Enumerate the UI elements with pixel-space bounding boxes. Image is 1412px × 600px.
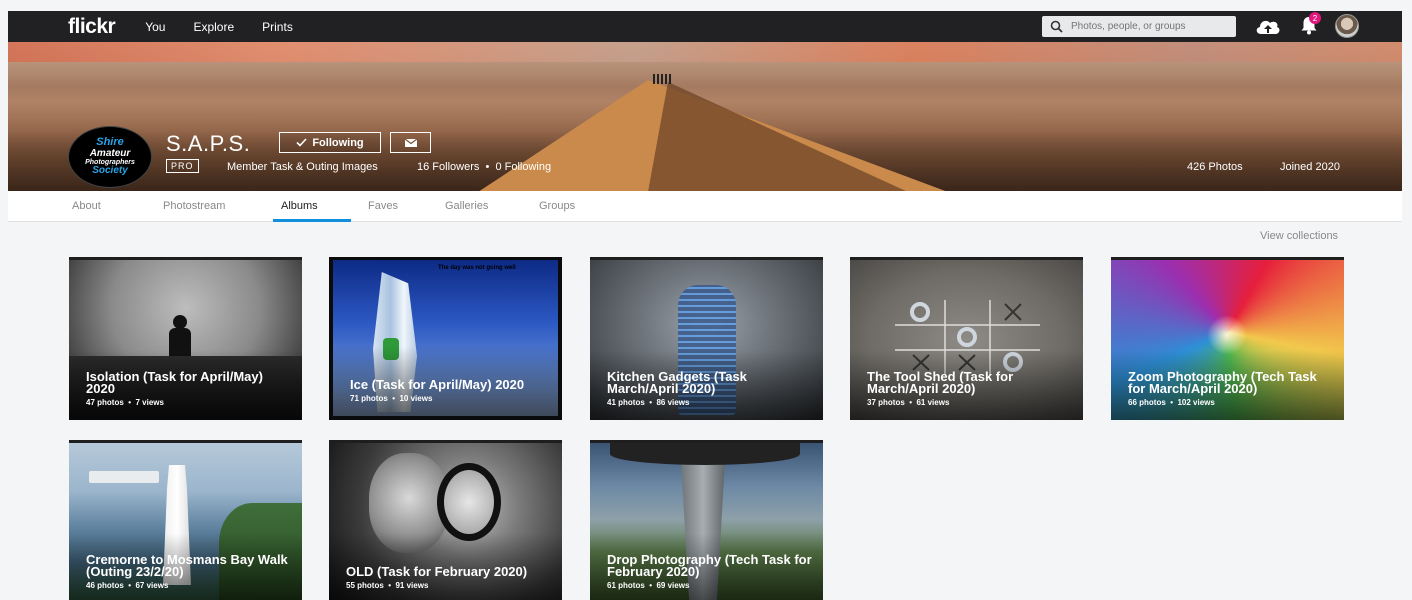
tab-galleries[interactable]: Galleries bbox=[445, 200, 488, 212]
search-input[interactable] bbox=[1071, 21, 1221, 32]
album-card[interactable]: The Tool Shed (Task for March/April 2020… bbox=[850, 257, 1083, 420]
photo-caption: The day was not going well bbox=[438, 265, 516, 271]
album-meta: 47 photos • 7 views bbox=[86, 398, 164, 407]
photo-count: 426 Photos bbox=[1187, 161, 1243, 173]
album-magnifier bbox=[437, 463, 501, 541]
profile-name: S.A.P.S. bbox=[166, 131, 251, 156]
view-collections-link[interactable]: View collections bbox=[1260, 230, 1338, 242]
album-meta: 46 photos • 67 views bbox=[86, 581, 169, 590]
album-photo-count: 37 photos bbox=[867, 398, 905, 407]
album-meta: 55 photos • 91 views bbox=[346, 581, 429, 590]
album-photo-count: 41 photos bbox=[607, 398, 645, 407]
album-photo-count: 66 photos bbox=[1128, 398, 1166, 407]
nav-link-you[interactable]: You bbox=[145, 20, 165, 34]
flickr-logo[interactable]: flickr bbox=[68, 15, 116, 39]
following-button[interactable]: Following bbox=[279, 132, 381, 153]
album-card[interactable]: OLD (Task for February 2020) 55 photos •… bbox=[329, 440, 562, 600]
album-meta: 37 photos • 61 views bbox=[867, 398, 950, 407]
album-meta: 66 photos • 102 views bbox=[1128, 398, 1215, 407]
avatar-line-2: Amateur bbox=[89, 147, 131, 159]
tab-faves[interactable]: Faves bbox=[368, 200, 398, 212]
upload-cloud-icon[interactable] bbox=[1255, 17, 1281, 35]
album-photo-count: 71 photos bbox=[350, 394, 388, 403]
top-nav: flickr You Explore Prints 2 bbox=[8, 11, 1402, 42]
avatar-line-4: Society bbox=[92, 165, 128, 177]
album-photo-count: 55 photos bbox=[346, 581, 384, 590]
album-figure-head bbox=[173, 315, 187, 329]
album-view-count: 91 views bbox=[395, 581, 429, 590]
tab-about[interactable]: About bbox=[72, 200, 101, 212]
nav-link-explore[interactable]: Explore bbox=[193, 20, 234, 34]
album-card[interactable]: Drop Photography (Tech Task for February… bbox=[590, 440, 823, 600]
album-cruise-ship bbox=[89, 471, 159, 483]
cover-hikers bbox=[653, 74, 671, 84]
joined-date: Joined 2020 bbox=[1280, 161, 1340, 173]
profile-tabs: About Photostream Albums Faves Galleries… bbox=[8, 191, 1402, 222]
album-card[interactable]: Kitchen Gadgets (Task March/April 2020) … bbox=[590, 257, 823, 420]
album-title: The Tool Shed (Task for March/April 2020… bbox=[867, 369, 1014, 396]
followers-stats: 16 Followers • 0 Following bbox=[417, 161, 552, 173]
album-title: Cremorne to Mosmans Bay Walk (Outing 23/… bbox=[86, 552, 288, 579]
album-view-count: 61 views bbox=[916, 398, 950, 407]
message-button[interactable] bbox=[390, 132, 431, 153]
profile-description: Member Task & Outing Images bbox=[227, 161, 378, 173]
album-title: Kitchen Gadgets (Task March/April 2020) bbox=[607, 369, 747, 396]
album-card[interactable]: Isolation (Task for April/May) 2020 47 p… bbox=[69, 257, 302, 420]
album-title: Isolation (Task for April/May) 2020 bbox=[86, 369, 263, 396]
album-view-count: 69 views bbox=[656, 581, 690, 590]
cover-dune-shadow bbox=[648, 82, 908, 191]
album-card[interactable]: The day was not going well Ice (Task for… bbox=[329, 257, 562, 420]
album-meta: 61 photos • 69 views bbox=[607, 581, 690, 590]
album-card[interactable]: Cremorne to Mosmans Bay Walk (Outing 23/… bbox=[69, 440, 302, 600]
album-view-count: 10 views bbox=[399, 394, 433, 403]
active-tab-indicator bbox=[273, 219, 351, 222]
pro-badge: PRO bbox=[166, 159, 199, 173]
avatar-line-1: Shire bbox=[96, 136, 124, 149]
user-avatar[interactable] bbox=[1335, 14, 1359, 38]
album-photo-count: 47 photos bbox=[86, 398, 124, 407]
cover-mountains bbox=[8, 42, 1402, 62]
profile-avatar[interactable]: Shire Amateur Photographers Society bbox=[68, 126, 152, 188]
tab-albums[interactable]: Albums bbox=[281, 200, 318, 212]
checkmark-icon bbox=[296, 138, 307, 147]
album-view-count: 67 views bbox=[135, 581, 169, 590]
album-photo-count: 46 photos bbox=[86, 581, 124, 590]
search-icon bbox=[1050, 20, 1063, 33]
tab-photostream[interactable]: Photostream bbox=[163, 200, 225, 212]
search-box[interactable] bbox=[1042, 16, 1236, 37]
album-bridge-deck bbox=[610, 443, 800, 465]
album-meta: 41 photos • 86 views bbox=[607, 398, 690, 407]
album-title: Ice (Task for April/May) 2020 bbox=[350, 377, 525, 392]
notification-badge: 2 bbox=[1309, 12, 1321, 24]
album-zoom-center bbox=[1207, 315, 1247, 355]
following-button-label: Following bbox=[312, 136, 364, 149]
album-view-count: 7 views bbox=[135, 398, 164, 407]
album-card[interactable]: Zoom Photography (Tech Task for March/Ap… bbox=[1111, 257, 1344, 420]
followers-count[interactable]: 16 Followers bbox=[417, 161, 479, 173]
tab-groups[interactable]: Groups bbox=[539, 200, 575, 212]
album-view-count: 86 views bbox=[656, 398, 690, 407]
nav-link-prints[interactable]: Prints bbox=[262, 20, 293, 34]
album-view-count: 102 views bbox=[1177, 398, 1215, 407]
mail-icon bbox=[404, 138, 417, 147]
album-title: Drop Photography (Tech Task for February… bbox=[607, 552, 812, 579]
album-title: OLD (Task for February 2020) bbox=[346, 564, 528, 579]
following-count[interactable]: 0 Following bbox=[495, 161, 551, 173]
album-photo-count: 61 photos bbox=[607, 581, 645, 590]
album-meta: 71 photos • 10 views bbox=[350, 394, 433, 403]
album-title: Zoom Photography (Tech Task for March/Ap… bbox=[1128, 369, 1317, 396]
